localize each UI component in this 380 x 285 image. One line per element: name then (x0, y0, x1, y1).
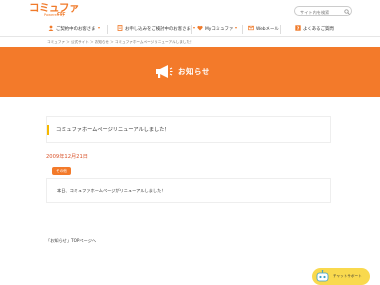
search-input[interactable] (294, 6, 344, 16)
title-accent-bar (47, 125, 49, 135)
chat-support-button[interactable]: チャットサポート (312, 268, 370, 285)
nav-label: ご契約中のお客さま (56, 27, 96, 32)
search-icon (344, 9, 350, 15)
nav-item-webmail[interactable]: Webメール (248, 24, 279, 35)
nav-item-current-customers[interactable]: ご契約中のお客さま (48, 24, 100, 35)
svg-text:?: ? (297, 25, 300, 30)
chevron-down-icon (97, 26, 100, 29)
nav-label: お申し込みをご検討中のお客さま (125, 27, 191, 32)
site-header: コミュファ Powered by ctc (0, 0, 380, 22)
breadcrumb[interactable]: コミュファ ＞ 公式サイト ＞ お知らせ ＞ コミュファホームページリニューアル… (47, 39, 194, 45)
nav-label: Webメール (256, 27, 279, 32)
article-date: 2009年12月21日 (46, 154, 88, 160)
page-title: お知らせ (178, 67, 210, 76)
question-icon: ? (295, 24, 301, 31)
article-title: コミュファホームページリニューアルしました！ (56, 127, 170, 133)
document-icon (117, 24, 123, 31)
nav-divider (242, 25, 243, 34)
nav-divider (280, 25, 281, 34)
article-title-box: コミュファホームページリニューアルしました！ (46, 116, 331, 143)
nav-divider (107, 25, 108, 34)
megaphone-icon (156, 65, 173, 78)
nav-item-prospective-customers[interactable]: お申し込みをご検討中のお客さま (117, 24, 195, 35)
mail-icon (248, 25, 254, 30)
article-body: 本日、コミュファホームページがリニューアルしました！ (57, 188, 166, 193)
heart-icon (197, 25, 203, 30)
nav-label: Myコミュファ (205, 27, 234, 32)
search-button[interactable] (343, 6, 352, 16)
user-icon (48, 25, 54, 31)
nav-divider (191, 25, 192, 34)
page-banner: お知らせ (0, 47, 380, 97)
commufa-logo[interactable]: コミュファ Powered by ctc (29, 3, 80, 19)
category-tag: その他 (52, 167, 71, 175)
nav-label: よくあるご質問 (303, 27, 334, 32)
article-body-box: 本日、コミュファホームページがリニューアルしました！ (46, 178, 331, 203)
nav-item-faq[interactable]: ? よくあるご質問 (295, 24, 334, 35)
chevron-down-icon (235, 26, 238, 29)
back-to-news-top-link[interactable]: 「お知らせ」TOPページへ (46, 238, 96, 244)
logo-ctc: ctc (57, 11, 66, 17)
global-nav: ご契約中のお客さま お申し込みをご検討中のお客さま Myコミュファ Webメール… (0, 22, 380, 37)
chevron-down-icon (192, 26, 195, 29)
nav-item-my-commufa[interactable]: Myコミュファ (197, 24, 238, 35)
chat-support-label: チャットサポート (333, 274, 362, 278)
robot-icon (316, 270, 329, 282)
